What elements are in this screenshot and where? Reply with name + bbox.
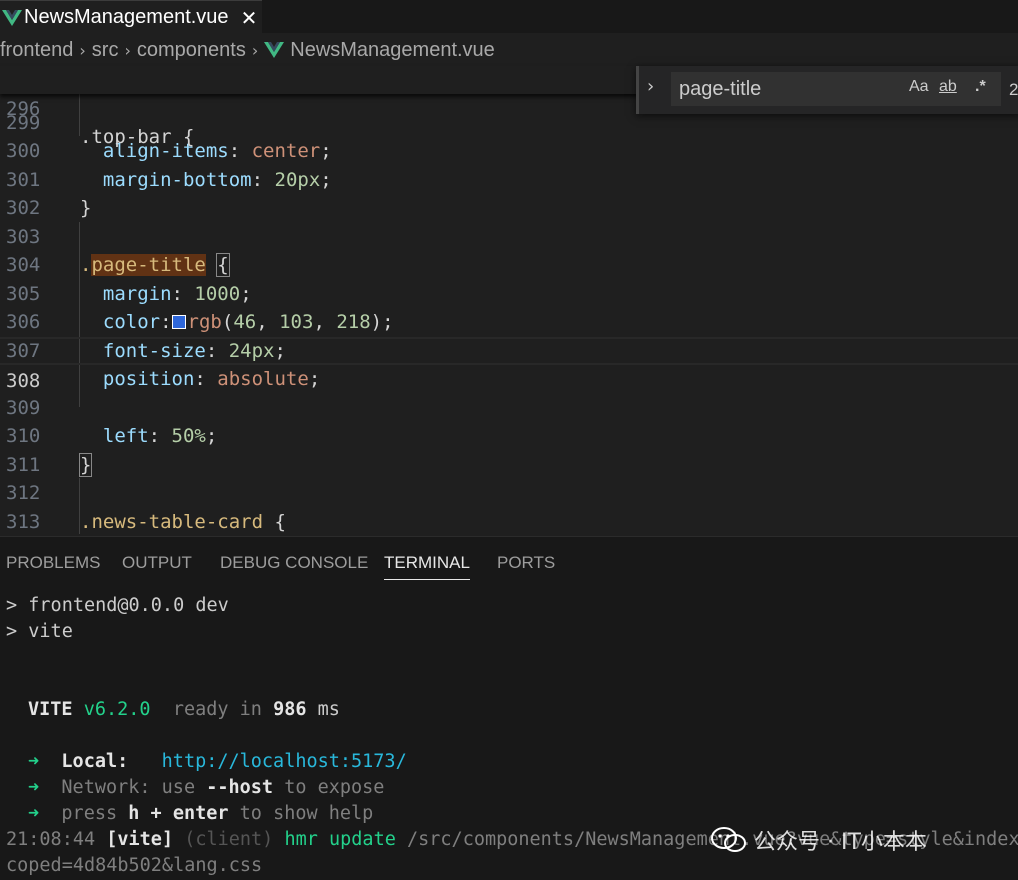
match-count: 2: [1009, 80, 1018, 99]
code-line: 310 }: [6, 425, 93, 477]
tab-newsmanagement-vue[interactable]: NewsManagement.vue ✕: [0, 0, 262, 34]
chevron-right-icon[interactable]: ›: [647, 76, 654, 97]
tab-problems[interactable]: PROBLEMS: [6, 553, 100, 573]
whole-word-toggle[interactable]: ab: [939, 78, 957, 96]
code-line: 314 box-shadow: 0 2px 12px 0 rgba(0, 0, …: [0, 508, 1018, 535]
chevron-right-icon: ›: [124, 40, 131, 60]
vue-file-icon: [2, 9, 22, 26]
chevron-right-icon: ›: [251, 40, 259, 60]
chevron-right-icon: ›: [79, 40, 86, 60]
code-line: 305 color: rgb(46, 103, 218);: [6, 282, 394, 334]
code-line-current[interactable]: 308: [0, 336, 1018, 392]
terminal-line: ➜ Network: use --host to expose: [28, 777, 385, 798]
find-widget: › Aa ab .* 2: [636, 66, 1018, 114]
tab-debug-console[interactable]: DEBUG CONSOLE: [220, 553, 368, 573]
panel-tabs: PROBLEMS OUTPUT DEBUG CONSOLE TERMINAL P…: [0, 537, 1018, 581]
code-line: 307 position: absolute;: [6, 339, 321, 391]
code-line: 309 left: 50%;: [6, 396, 218, 448]
code-line: 312 .news-table-card {: [6, 482, 286, 533]
code-line: 313 border-radius: 8px;: [6, 510, 41, 533]
wechat-icon: [711, 827, 746, 852]
local-url-link[interactable]: http://localhost:5173/: [162, 751, 407, 772]
watermark-text: 公众号 · IT小本本: [754, 830, 927, 855]
code-line: 304 margin: 1000;: [6, 254, 252, 305]
watermark: 公众号 · IT小本本: [710, 824, 927, 856]
code-line: 306 font-size: 24px;: [6, 311, 286, 362]
terminal-line: ➜ Local: http://localhost:5173/: [28, 751, 407, 772]
code-line: 311: [6, 453, 41, 476]
code-line: 302: [6, 197, 41, 219]
editor-tab-bar: NewsManagement.vue ✕: [0, 0, 1018, 34]
tab-label: NewsManagement.vue: [24, 6, 229, 28]
close-icon[interactable]: ✕: [241, 6, 258, 30]
breadcrumb-item[interactable]: src: [92, 39, 119, 62]
breadcrumb-item[interactable]: NewsManagement.vue: [290, 39, 495, 62]
regex-toggle[interactable]: .*: [975, 78, 986, 96]
terminal-line: > vite: [6, 621, 73, 642]
vue-file-icon: [264, 42, 285, 58]
terminal-line: > frontend@0.0.0 dev: [6, 595, 229, 616]
tab-terminal[interactable]: TERMINAL: [384, 553, 470, 580]
match-case-toggle[interactable]: Aa: [909, 78, 929, 96]
terminal-line: ➜ press h + enter to show help: [28, 803, 374, 824]
terminal-line: VITE v6.2.0 ready in 986 ms: [28, 699, 340, 720]
tab-ports[interactable]: PORTS: [497, 553, 555, 573]
terminal-line: coped=4d84b502&lang.css: [6, 855, 263, 876]
tab-output[interactable]: OUTPUT: [122, 553, 192, 573]
code-line: 303 .page-title {: [6, 225, 230, 277]
breadcrumb-item[interactable]: components: [137, 39, 246, 62]
breadcrumb-item[interactable]: frontend: [0, 39, 73, 62]
breadcrumb: frontend › src › components › NewsManage…: [0, 36, 1018, 64]
